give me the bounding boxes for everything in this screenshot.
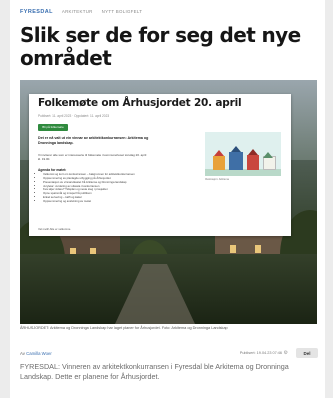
illus-roof (248, 149, 258, 155)
illus-house-yellow (213, 156, 225, 170)
byline-row: Av Camilla Woer Publisert: 19.04.23 07:4… (20, 348, 318, 360)
article-ingress: FYRESDAL: Vinneren av arkitektkonkurrans… (20, 362, 289, 382)
photo-window (230, 245, 236, 253)
meeting-notice-card: Folkemøte om Århusjordet 20. april Publi… (29, 94, 291, 236)
houses-illustration (205, 132, 281, 176)
agenda-list: Velkomst og kort om konkurransen – bakgr… (38, 172, 203, 204)
illus-house-red (247, 155, 259, 170)
notice-badge[interactable]: Bli på folkemøte (38, 124, 68, 131)
illustration-caption: Illustrasjon: Arkitema (205, 178, 229, 181)
photo-caption: ÅRHUSJORDET: Arkitema og Dronninga Lands… (20, 326, 228, 330)
byline-prefix: Av (20, 351, 25, 356)
author-link[interactable]: Camilla Woer (26, 351, 52, 356)
site-link[interactable]: FYRESDAL (20, 9, 53, 15)
illus-house-blue (229, 152, 243, 170)
share-button[interactable]: Del (296, 348, 318, 358)
published-timestamp: Publisert: 19.04.23 07:46 (239, 351, 282, 355)
tag-link[interactable]: ARKITEKTUR (62, 9, 93, 14)
illus-house-white (263, 156, 276, 170)
article-page: FYRESDAL ARKITEKTUR NYTT BOLIGFELT Slik … (10, 0, 325, 398)
notice-meta: Publisert: 11. april 2023 · Oppdatert: 1… (38, 114, 110, 118)
kicker: FYRESDAL ARKITEKTUR NYTT BOLIGFELT (20, 9, 142, 15)
illus-roof (231, 146, 241, 152)
tag-link[interactable]: NYTT BOLIGFELT (102, 9, 143, 14)
notice-lead: Det er nå valt ut ein vinnar av arkitekt… (38, 136, 149, 145)
photo-window (255, 245, 261, 253)
notice-title: Folkemøte om Århusjordet 20. april (38, 97, 242, 109)
settings-gear-icon[interactable]: ⚙ (284, 350, 288, 356)
byline: Av Camilla Woer (20, 351, 52, 356)
illus-roof (214, 150, 224, 156)
article-headline: Slik ser de for seg det nye området (20, 23, 301, 70)
illus-lawn (205, 169, 281, 176)
illus-roof (263, 152, 273, 158)
notice-footer: Vel møtt! Alle er velkomne. (38, 227, 72, 231)
notice-body: Vi inviterer alle som er interesserte ti… (38, 153, 147, 161)
agenda-item: Oppsummering og avslutning av møtet (43, 199, 203, 204)
